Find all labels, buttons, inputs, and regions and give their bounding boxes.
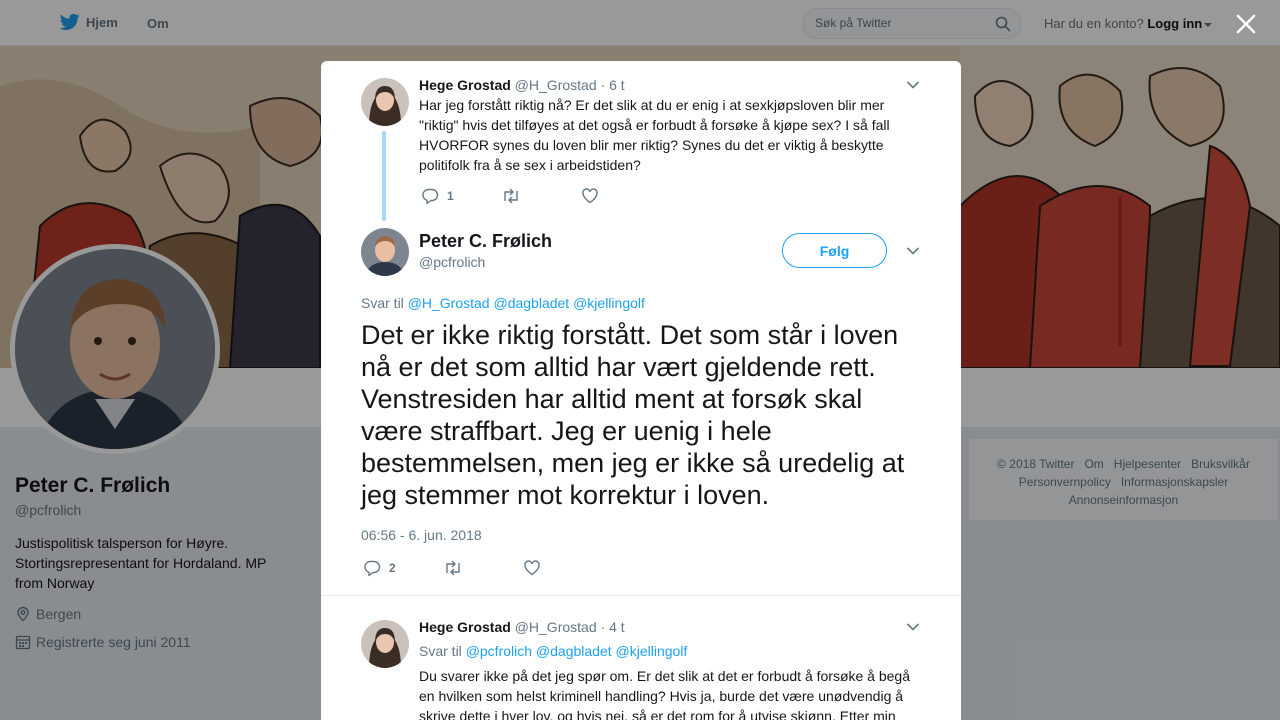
retweet-button[interactable] <box>443 559 523 577</box>
parent-tweet-avatar[interactable] <box>361 78 409 126</box>
chevron-down-icon[interactable] <box>906 246 920 256</box>
avatar-photo <box>361 228 409 276</box>
chevron-down-icon[interactable] <box>906 80 920 90</box>
parent-author-name[interactable]: Hege Grostad <box>419 77 511 93</box>
avatar-photo <box>361 620 409 668</box>
reply-to-mentions[interactable]: @pcfrolich @dagbladet @kjellingolf <box>466 643 688 659</box>
main-tweet-text: Det er ikke riktig forstått. Det som stå… <box>361 320 905 510</box>
reply-tweet-avatar[interactable] <box>361 620 409 668</box>
like-button[interactable] <box>523 559 549 577</box>
main-tweet-avatar[interactable] <box>361 228 409 276</box>
main-tweet-actions: 2 <box>363 559 549 577</box>
thread-connector <box>382 131 386 221</box>
main-author-handle[interactable]: @pcfrolich <box>419 254 485 270</box>
parent-tweet-actions: 1 <box>421 187 607 205</box>
reply-count: 1 <box>447 189 454 203</box>
reply-tweet-time[interactable]: · 4 t <box>601 619 625 635</box>
reply-author-handle[interactable]: @H_Grostad <box>515 619 597 635</box>
retweet-button[interactable] <box>501 187 581 205</box>
like-icon <box>582 188 598 204</box>
close-icon[interactable] <box>1234 12 1258 36</box>
reply-count: 2 <box>389 561 396 575</box>
main-author-name[interactable]: Peter C. Frølich <box>419 231 552 252</box>
reply-tweet-header: Hege Grostad @H_Grostad · 4 t <box>419 619 625 635</box>
avatar-photo <box>361 78 409 126</box>
reply-button[interactable]: 1 <box>421 187 501 205</box>
main-reply-to: Svar til @H_Grostad @dagbladet @kjelling… <box>361 295 645 311</box>
like-icon <box>524 560 540 576</box>
divider <box>321 595 961 596</box>
parent-tweet-time[interactable]: · 6 t <box>601 77 625 93</box>
follow-button[interactable]: Følg <box>782 233 887 268</box>
reply-to-prefix: Svar til <box>419 643 462 659</box>
reply-tweet-reply-to: Svar til @pcfrolich @dagbladet @kjelling… <box>419 643 687 659</box>
reply-tweet-text: Du svarer ikke på det jeg spør om. Er de… <box>419 668 911 720</box>
like-button[interactable] <box>581 187 607 205</box>
retweet-icon <box>504 188 518 204</box>
tweet-modal: Hege Grostad @H_Grostad · 6 t Har jeg fo… <box>321 61 961 720</box>
reply-to-mentions[interactable]: @H_Grostad @dagbladet @kjellingolf <box>408 295 645 311</box>
parent-tweet-header: Hege Grostad @H_Grostad · 6 t <box>419 77 625 93</box>
parent-tweet-text: Har jeg forstått riktig nå? Er det slik … <box>419 97 890 173</box>
chevron-down-icon[interactable] <box>906 622 920 632</box>
parent-author-handle[interactable]: @H_Grostad <box>515 77 597 93</box>
reply-author-name[interactable]: Hege Grostad <box>419 619 511 635</box>
reply-icon <box>422 188 439 205</box>
reply-to-prefix: Svar til <box>361 295 404 311</box>
reply-icon <box>364 560 381 577</box>
main-tweet-timestamp[interactable]: 06:56 - 6. jun. 2018 <box>361 527 482 543</box>
retweet-icon <box>446 560 460 576</box>
reply-button[interactable]: 2 <box>363 559 443 577</box>
